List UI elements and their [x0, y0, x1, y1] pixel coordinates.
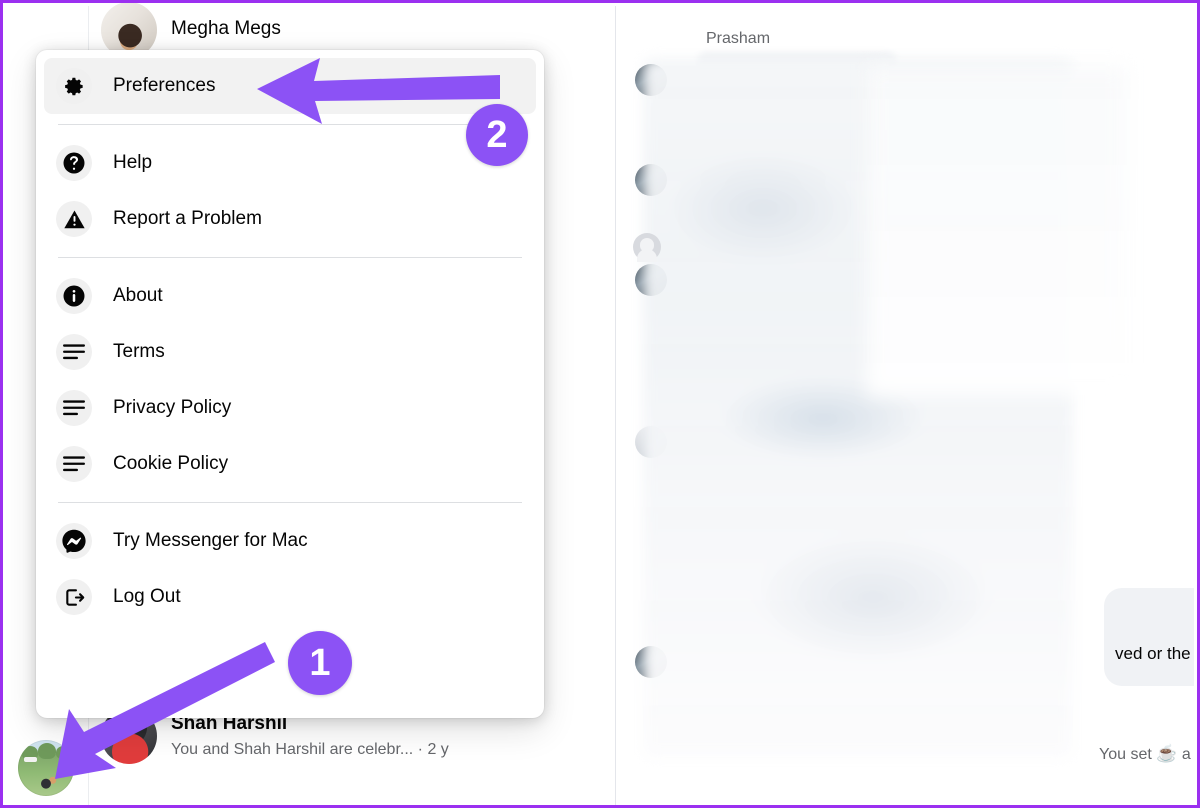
menu-item-privacy-policy[interactable]: Privacy Policy	[44, 380, 536, 436]
logout-icon	[56, 579, 92, 615]
messenger-logo-icon	[56, 523, 92, 559]
default-user-avatar	[633, 233, 661, 262]
document-lines-icon	[56, 446, 92, 482]
menu-item-help[interactable]: Help	[44, 135, 536, 191]
menu-item-label: Try Messenger for Mac	[113, 530, 308, 551]
document-lines-icon	[56, 334, 92, 370]
menu-item-label: Report a Problem	[113, 208, 262, 229]
menu-item-label: Help	[113, 152, 153, 173]
menu-item-label: About	[113, 285, 163, 306]
avatar-photo-detail	[24, 757, 37, 762]
menu-item-log-out[interactable]: Log Out	[44, 569, 536, 625]
list-item-text: Megha Megs	[171, 19, 281, 41]
screenshot-frame: Prasham ved or the p You set ☕ a Megha M…	[0, 0, 1200, 808]
menu-item-preferences[interactable]: Preferences	[44, 58, 536, 114]
warning-triangle-icon	[56, 201, 92, 237]
list-item-text: Shah Harshil You and Shah Harshil are ce…	[171, 712, 449, 761]
coffee-cup-icon: ☕	[1156, 744, 1178, 763]
question-mark-icon	[56, 145, 92, 181]
menu-item-label: Terms	[113, 341, 165, 362]
menu-divider	[58, 124, 522, 125]
message-bubble-partial: ved or the p	[1104, 588, 1194, 686]
menu-item-try-messenger-for-mac[interactable]: Try Messenger for Mac	[44, 513, 536, 569]
system-note: You set ☕ a	[1099, 744, 1191, 764]
menu-divider	[58, 502, 522, 503]
settings-dropdown-menu: Preferences Help Report a Problem About …	[36, 50, 544, 718]
menu-item-report-a-problem[interactable]: Report a Problem	[44, 191, 536, 247]
blurred-conversation-content-secondary	[867, 66, 1127, 396]
menu-item-label: Preferences	[113, 75, 216, 96]
menu-item-label: Log Out	[113, 586, 181, 607]
your-profile-avatar[interactable]	[18, 740, 74, 796]
document-lines-icon	[56, 390, 92, 426]
gear-icon	[56, 68, 92, 104]
message-bubble-text: ved or the p	[1115, 644, 1194, 663]
menu-item-label: Cookie Policy	[113, 453, 229, 474]
chat-snippet: You and Shah Harshil are celebr... · 2 y	[171, 740, 449, 758]
system-note-prefix: You set	[1099, 746, 1157, 763]
thread-title: Prasham	[706, 30, 771, 47]
conversation-pane: Prasham ved or the p You set ☕ a	[617, 6, 1194, 802]
system-note-suffix: a	[1177, 746, 1191, 763]
menu-item-terms[interactable]: Terms	[44, 324, 536, 380]
menu-divider	[58, 257, 522, 258]
chat-name: Megha Megs	[171, 19, 281, 39]
avatar-photo-detail	[38, 743, 56, 759]
info-icon	[56, 278, 92, 314]
menu-item-cookie-policy[interactable]: Cookie Policy	[44, 436, 536, 492]
avatar-photo-detail	[56, 746, 71, 759]
menu-item-label: Privacy Policy	[113, 397, 232, 418]
menu-item-about[interactable]: About	[44, 268, 536, 324]
